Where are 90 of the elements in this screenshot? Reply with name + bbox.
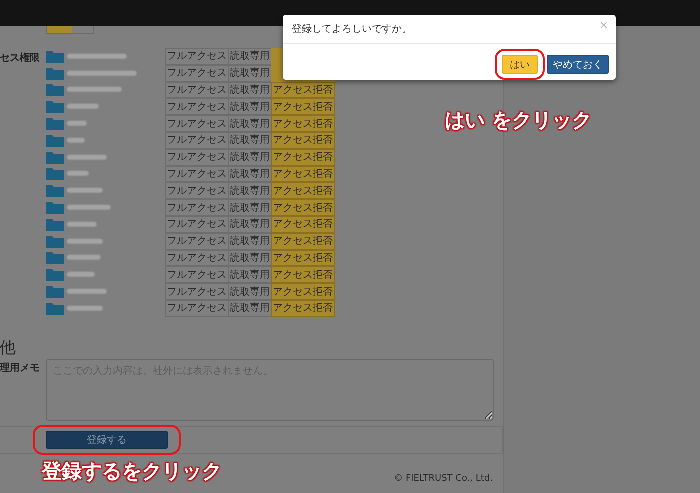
folder-icon — [46, 218, 64, 231]
access-option[interactable]: フルアクセス — [165, 182, 229, 200]
access-option[interactable]: フルアクセス — [165, 199, 229, 216]
blurred-text — [67, 306, 103, 311]
access-option[interactable]: アクセス拒否 — [271, 283, 335, 300]
access-option[interactable]: フルアクセス — [165, 166, 229, 182]
cancel-button[interactable]: やめておく — [547, 55, 609, 74]
access-option[interactable]: アクセス拒否 — [271, 266, 335, 284]
access-option[interactable]: フルアクセス — [165, 148, 229, 166]
access-option[interactable]: フルアクセス — [165, 216, 229, 233]
blurred-text — [67, 188, 103, 194]
folder-icon — [46, 285, 64, 298]
folder-icon — [46, 268, 64, 282]
access-option[interactable]: フルアクセス — [165, 283, 229, 300]
folder-icon — [46, 184, 64, 198]
folder-icon — [46, 83, 64, 96]
access-option[interactable]: 読取専用 — [228, 283, 272, 300]
access-option[interactable]: 読取専用 — [228, 132, 272, 149]
annotation-text: はい をクリック — [445, 107, 592, 134]
annotation-text: 登録するをクリック — [42, 458, 222, 485]
folder-icon — [46, 234, 64, 248]
blurred-text — [67, 238, 103, 244]
access-option[interactable]: アクセス拒否 — [271, 199, 335, 216]
blurred-text — [67, 154, 107, 160]
folder-icon — [46, 251, 64, 264]
submit-button[interactable]: 登録する — [46, 430, 168, 449]
blurred-text — [67, 171, 89, 176]
blurred-text — [67, 87, 122, 92]
access-option[interactable]: アクセス拒否 — [271, 98, 335, 116]
folder-icon — [46, 134, 64, 147]
access-option[interactable]: 読取専用 — [228, 115, 272, 132]
access-option[interactable]: アクセス拒否 — [271, 232, 335, 250]
blurred-text — [67, 104, 99, 110]
access-option[interactable]: 読取専用 — [228, 148, 272, 166]
yes-button[interactable]: はい — [502, 55, 538, 74]
blurred-text — [67, 121, 87, 126]
access-option[interactable]: フルアクセス — [165, 250, 229, 266]
blurred-text — [67, 222, 97, 227]
toggle-switch[interactable] — [46, 26, 94, 34]
folder-icon — [46, 117, 64, 130]
access-option[interactable]: フルアクセス — [165, 300, 229, 317]
access-option[interactable]: 読取専用 — [228, 64, 272, 82]
access-option[interactable]: アクセス拒否 — [271, 82, 335, 98]
access-option[interactable]: 読取専用 — [228, 300, 272, 317]
blurred-text — [67, 255, 101, 260]
access-option[interactable]: アクセス拒否 — [271, 132, 335, 149]
access-option[interactable]: アクセス拒否 — [271, 166, 335, 182]
blurred-text — [67, 289, 107, 294]
dialog-message: 登録してよろしいですか。 — [292, 23, 412, 36]
access-option[interactable]: 読取専用 — [228, 48, 272, 65]
access-option[interactable]: アクセス拒否 — [271, 148, 335, 166]
access-option[interactable]: フルアクセス — [165, 266, 229, 284]
blurred-text — [67, 205, 111, 210]
blurred-text — [67, 54, 127, 59]
access-option[interactable]: フルアクセス — [165, 132, 229, 149]
folder-icon — [46, 302, 64, 315]
blurred-text — [67, 272, 95, 278]
field-label: セス権限 — [0, 52, 41, 66]
access-option[interactable]: フルアクセス — [165, 115, 229, 132]
access-option[interactable]: アクセス拒否 — [271, 216, 335, 233]
access-option[interactable]: アクセス拒否 — [271, 300, 335, 317]
access-option[interactable]: 読取専用 — [228, 82, 272, 98]
blurred-text — [67, 138, 85, 143]
field-label: 理用メモ — [0, 362, 41, 376]
folder-icon — [46, 100, 64, 114]
access-option[interactable]: 読取専用 — [228, 266, 272, 284]
access-option[interactable]: 読取専用 — [228, 182, 272, 200]
access-option[interactable]: フルアクセス — [165, 64, 229, 82]
access-option[interactable]: 読取専用 — [228, 166, 272, 182]
close-button[interactable]: × — [600, 17, 608, 33]
access-option[interactable]: アクセス拒否 — [271, 250, 335, 266]
access-option[interactable]: フルアクセス — [165, 98, 229, 116]
folder-icon — [46, 66, 64, 80]
access-option[interactable]: フルアクセス — [165, 82, 229, 98]
access-option[interactable]: アクセス拒否 — [271, 182, 335, 200]
folder-icon — [46, 50, 64, 63]
access-option[interactable]: アクセス拒否 — [271, 115, 335, 132]
folder-icon — [46, 150, 64, 164]
access-option[interactable]: フルアクセス — [165, 232, 229, 250]
access-option[interactable]: 読取専用 — [228, 98, 272, 116]
folder-icon — [46, 201, 64, 214]
section-heading: 他 — [0, 336, 17, 359]
access-option[interactable]: 読取専用 — [228, 216, 272, 233]
access-option[interactable]: 読取専用 — [228, 199, 272, 216]
access-option[interactable]: フルアクセス — [165, 48, 229, 65]
access-option[interactable]: 読取専用 — [228, 232, 272, 250]
access-option[interactable]: 読取専用 — [228, 250, 272, 266]
folder-icon — [46, 167, 64, 180]
blurred-text — [67, 70, 137, 76]
copyright-text: © FIELTRUST Co., Ltd. — [394, 474, 494, 484]
